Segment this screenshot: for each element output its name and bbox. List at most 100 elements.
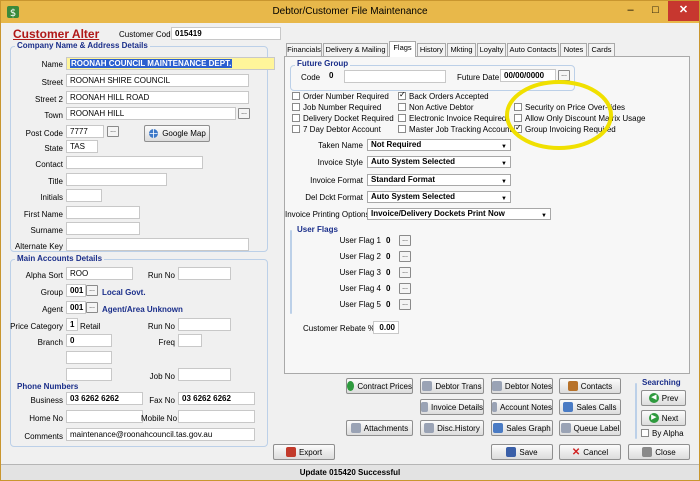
del-dckt-format-select[interactable]: Auto System Selected ▼ [367, 191, 511, 203]
street2-field[interactable]: ROONAH HILL ROAD [66, 91, 249, 104]
job-no-field[interactable] [178, 368, 231, 381]
tab-mkting[interactable]: Mkting [447, 43, 476, 56]
user-flag-3-value: 0 [386, 268, 391, 277]
tab-history[interactable]: History [417, 43, 446, 56]
agent-field[interactable]: 001 [66, 301, 86, 314]
tab-flags[interactable]: Flags [389, 41, 416, 57]
back-orders-accepted-checkbox[interactable] [398, 90, 406, 100]
user-flag-4-button[interactable]: ... [399, 283, 411, 294]
town-lookup-button[interactable]: ... [238, 108, 250, 119]
user-flag-3-button[interactable]: ... [399, 267, 411, 278]
debtor-trans-button[interactable]: Debtor Trans [420, 378, 484, 394]
contact-field[interactable] [66, 156, 203, 169]
minimize-button[interactable]: – [618, 1, 643, 21]
order-number-required-checkbox[interactable] [292, 92, 300, 100]
group-description: Local Govt. [102, 288, 146, 297]
invoice-printing-select[interactable]: Invoice/Delivery Dockets Print Now ▼ [367, 208, 551, 220]
user-flag-1-button[interactable]: ... [399, 235, 411, 246]
mobile-label: Mobile No [141, 414, 178, 423]
postcode-lookup-button[interactable]: ... [107, 126, 119, 137]
close-label: Close [655, 447, 676, 457]
firstname-field[interactable] [66, 206, 140, 219]
history-icon [424, 423, 435, 433]
surname-field[interactable] [66, 222, 140, 235]
future-code-field[interactable] [344, 70, 446, 83]
maximize-button[interactable]: □ [643, 1, 668, 21]
title-field[interactable] [66, 173, 167, 186]
branch-field[interactable]: 0 [66, 334, 112, 347]
customer-code-field[interactable]: 015419 [171, 27, 281, 40]
by-alpha-checkbox[interactable] [641, 429, 649, 437]
status-bar: Update 015420 Successful [1, 464, 699, 480]
disc-history-button[interactable]: Disc.History [420, 420, 484, 436]
invoice-icon [421, 402, 428, 412]
sales-calls-button[interactable]: Sales Calls [559, 399, 621, 415]
window-title: Debtor/Customer File Maintenance [272, 6, 428, 17]
street-field[interactable]: ROONAH SHIRE COUNCIL [66, 74, 249, 87]
business-phone-field[interactable]: 03 6262 6262 [66, 392, 143, 405]
tab-cards[interactable]: Cards [588, 43, 615, 56]
tab-notes[interactable]: Notes [560, 43, 587, 56]
altkey-field[interactable] [66, 238, 249, 251]
mobile-field[interactable] [178, 410, 255, 423]
run-no-2-field[interactable] [178, 318, 231, 331]
account-notes-label: Account Notes [499, 402, 552, 412]
master-job-tracking-checkbox[interactable] [398, 125, 406, 133]
price-category-field[interactable]: 1 [66, 318, 78, 331]
close-window-button[interactable]: ✕ [668, 1, 699, 21]
town-field[interactable]: ROONAH HILL [66, 107, 236, 120]
street2-label: Street 2 [34, 95, 63, 104]
group-lookup-button[interactable]: ... [86, 285, 98, 296]
non-active-debtor-checkbox[interactable] [398, 103, 406, 111]
seven-day-debtor-checkbox[interactable] [292, 125, 300, 133]
delivery-docket-required-checkbox[interactable] [292, 114, 300, 122]
state-field[interactable]: TAS [66, 140, 98, 153]
accounts-section-title: Main Accounts Details [15, 254, 105, 263]
invoice-details-button[interactable]: Invoice Details [420, 399, 484, 415]
phone-icon [563, 402, 574, 412]
extra-field-2[interactable] [66, 368, 112, 381]
electronic-invoice-required-checkbox[interactable] [398, 114, 406, 122]
user-flag-2-button[interactable]: ... [399, 251, 411, 262]
tab-loyalty[interactable]: Loyalty [477, 43, 506, 56]
cancel-button[interactable]: ✕ Cancel [559, 444, 621, 460]
taken-name-select[interactable]: Not Required ▼ [367, 139, 511, 151]
queue-label-label: Queue Label [573, 423, 620, 433]
queue-label-button[interactable]: Queue Label [559, 420, 621, 436]
contract-prices-button[interactable]: Contract Prices [346, 378, 413, 394]
freq-field[interactable] [178, 334, 202, 347]
close-button[interactable]: Close [628, 444, 690, 460]
contacts-button[interactable]: Contacts [559, 378, 621, 394]
invoice-style-select[interactable]: Auto System Selected ▼ [367, 156, 511, 168]
tab-financials[interactable]: Financials [286, 43, 322, 56]
alpha-sort-field[interactable]: ROO [66, 267, 133, 280]
job-number-required-checkbox[interactable] [292, 103, 300, 111]
extra-field-1[interactable] [66, 351, 112, 364]
invoice-format-select[interactable]: Standard Format ▼ [367, 174, 511, 186]
tab-delivery-mailing[interactable]: Delivery & Mailing [323, 43, 388, 56]
rebate-field[interactable]: 0.00 [373, 321, 399, 334]
postcode-field[interactable]: 7777 [66, 125, 104, 138]
google-map-button[interactable]: Google Map [144, 125, 210, 142]
name-field[interactable]: ROONAH COUNCIL MAINTENANCE DEPT. [66, 57, 275, 70]
sales-graph-label: Sales Graph [506, 423, 551, 433]
save-button[interactable]: Save [491, 444, 553, 460]
account-notes-button[interactable]: Account Notes [491, 399, 553, 415]
home-phone-field[interactable] [66, 410, 143, 423]
tab-auto-contacts[interactable]: Auto Contacts [507, 43, 559, 56]
surname-label: Surname [30, 226, 63, 235]
prev-button[interactable]: ◀ Prev [641, 390, 686, 406]
sales-graph-button[interactable]: Sales Graph [491, 420, 553, 436]
user-flag-5-button[interactable]: ... [399, 299, 411, 310]
debtor-notes-button[interactable]: Debtor Notes [491, 378, 553, 394]
taken-name-label: Taken Name [318, 141, 363, 150]
fax-field[interactable]: 03 6262 6262 [178, 392, 255, 405]
agent-lookup-button[interactable]: ... [86, 302, 98, 313]
group-field[interactable]: 001 [66, 284, 86, 297]
next-button[interactable]: ▶ Next [641, 410, 686, 426]
initials-field[interactable] [66, 189, 102, 202]
export-button[interactable]: Export [273, 444, 335, 460]
comments-field[interactable]: maintenance@roonahcouncil.tas.gov.au [66, 428, 255, 441]
attachments-button[interactable]: Attachments [346, 420, 413, 436]
run-no-field[interactable] [178, 267, 231, 280]
